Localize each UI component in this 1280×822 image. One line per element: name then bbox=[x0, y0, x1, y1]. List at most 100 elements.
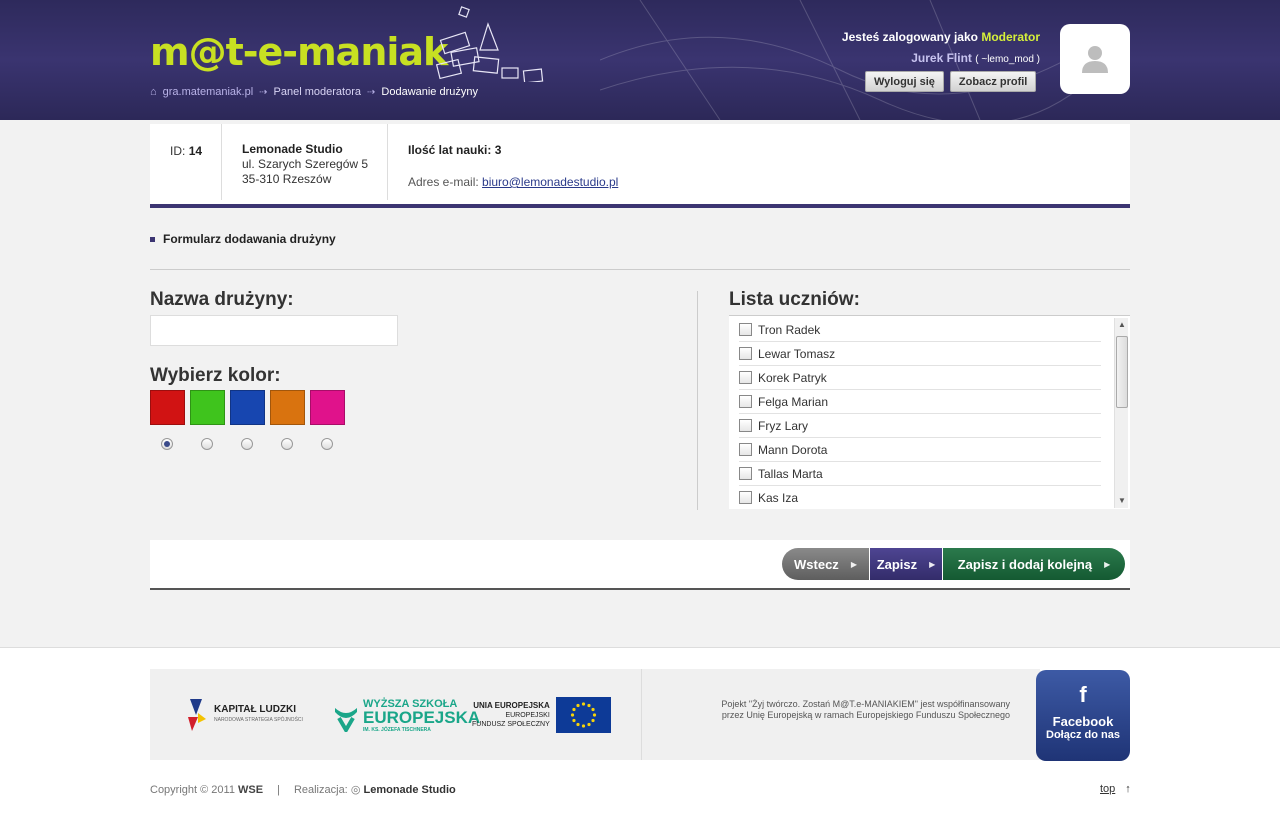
copyright-separator: | bbox=[277, 783, 280, 796]
students-list[interactable]: Kas Iza Tallas Marta Mann Dorota Fryz Lary F… bbox=[729, 315, 1130, 509]
footer-divider bbox=[641, 669, 642, 760]
save-and-add-button[interactable]: Zapisz i dodaj kolejną ▶ bbox=[943, 548, 1125, 580]
color-swatches bbox=[150, 390, 345, 425]
email-label: Adres e-mail: bbox=[408, 175, 479, 189]
user-buttons: Wyloguj się Zobacz profil bbox=[865, 71, 1037, 92]
back-button-label: Wstecz bbox=[794, 556, 839, 572]
user-info: Jesteś zalogowany jako Moderator Jurek F… bbox=[842, 30, 1040, 65]
student-row[interactable]: Tallas Marta bbox=[739, 462, 1101, 486]
view-profile-button[interactable]: Zobacz profil bbox=[949, 71, 1037, 92]
student-row[interactable]: Tron Radek bbox=[739, 318, 1101, 342]
student-checkbox[interactable] bbox=[739, 443, 752, 456]
breadcrumb-home-link[interactable]: gra.matemaniak.pl bbox=[163, 86, 254, 98]
save-button[interactable]: Zapisz ▶ bbox=[870, 548, 942, 580]
user-name: Jurek Flint bbox=[911, 51, 972, 65]
breadcrumb-panel-link[interactable]: Panel moderatora bbox=[274, 86, 361, 98]
section-title: Formularz dodawania drużyny bbox=[150, 232, 336, 246]
facebook-join-button[interactable]: f Facebook Dołącz do nas bbox=[1036, 670, 1130, 761]
copyright: Copyright © 2011 WSE | Realizacja: ◎ Lem… bbox=[150, 783, 456, 797]
arrow-right-icon: ▶ bbox=[850, 559, 857, 569]
student-name: Mann Dorota bbox=[758, 442, 828, 457]
wse-line2: EUROPEJSKA bbox=[363, 708, 481, 727]
wse-emblem-icon bbox=[335, 707, 357, 732]
color-swatch[interactable] bbox=[190, 390, 225, 425]
user-avatar-icon bbox=[1082, 46, 1108, 73]
email-link[interactable]: biuro@lemonadestudio.pl bbox=[482, 175, 618, 189]
student-name: Tron Radek bbox=[758, 322, 821, 337]
scroll-up-icon[interactable]: ▲ bbox=[1115, 318, 1129, 332]
copyright-org[interactable]: WSE bbox=[238, 784, 263, 796]
wse-logo[interactable]: WYŻSZA SZKOŁA EUROPEJSKA IM. KS. JÓZEFA … bbox=[333, 699, 480, 736]
id-label: ID: bbox=[170, 144, 186, 158]
funding-note-line1: Pojekt "Żyj twórczo. Zostań M@T.e-MANIAK… bbox=[721, 699, 1010, 709]
home-icon[interactable]: ⌂ bbox=[150, 86, 157, 98]
student-checkbox[interactable] bbox=[739, 347, 752, 360]
team-name-label: Nazwa drużyny: bbox=[150, 289, 294, 310]
facebook-icon: f bbox=[1079, 682, 1087, 707]
kapital-ludzki-logo[interactable]: KAPITAŁ LUDZKI NARODOWA STRATEGIA SPÓJNO… bbox=[186, 697, 303, 733]
students-label: Lista uczniów: bbox=[729, 289, 860, 310]
funding-note-line2: przez Unię Europejską w ramach Europejsk… bbox=[721, 710, 1010, 720]
color-swatch[interactable] bbox=[270, 390, 305, 425]
site-logo[interactable]: m@t-e-maniak bbox=[150, 30, 448, 74]
company-name: Lemonade Studio bbox=[242, 142, 343, 156]
color-swatch[interactable] bbox=[150, 390, 185, 425]
eu-line2: FUNDUSZ SPOŁECZNY bbox=[472, 721, 550, 728]
scroll-down-icon[interactable]: ▼ bbox=[1115, 494, 1129, 508]
divider bbox=[150, 269, 1130, 270]
copyright-text: Copyright © 2011 WSE bbox=[150, 784, 263, 796]
students-scrollbar[interactable]: ▲ ▼ bbox=[1114, 318, 1128, 508]
back-button[interactable]: Wstecz ▶ bbox=[782, 548, 869, 580]
student-row[interactable]: Mann Dorota bbox=[739, 438, 1101, 462]
logout-button[interactable]: Wyloguj się bbox=[865, 71, 944, 92]
student-checkbox[interactable] bbox=[739, 371, 752, 384]
student-row[interactable]: Felga Marian bbox=[739, 390, 1101, 414]
arrow-up-icon[interactable]: ↑ bbox=[1125, 783, 1131, 795]
color-radio[interactable] bbox=[241, 438, 253, 450]
student-checkbox[interactable] bbox=[739, 419, 752, 432]
action-bar: Wstecz ▶ Zapisz ▶ Zapisz i dodaj kolejną… bbox=[150, 540, 1130, 590]
eu-line1: EUROPEJSKI bbox=[505, 712, 550, 719]
color-radio[interactable] bbox=[161, 438, 173, 450]
info-extra: Ilość lat nauki: 3 Adres e-mail: biuro@l… bbox=[388, 124, 788, 200]
kapital-ludzki-text: KAPITAŁ LUDZKI NARODOWA STRATEGIA SPÓJNO… bbox=[214, 704, 303, 726]
facebook-title: Facebook bbox=[1052, 714, 1114, 729]
color-swatch[interactable] bbox=[230, 390, 265, 425]
student-checkbox[interactable] bbox=[739, 467, 752, 480]
student-row[interactable]: Kas Iza bbox=[739, 486, 1101, 509]
wse-text: WYŻSZA SZKOŁA EUROPEJSKA IM. KS. JÓZEFA … bbox=[363, 699, 480, 736]
breadcrumb-separator-icon: ⇢ bbox=[367, 86, 376, 98]
kl-title: KAPITAŁ LUDZKI bbox=[214, 704, 297, 715]
vertical-divider bbox=[697, 291, 698, 510]
student-checkbox[interactable] bbox=[739, 395, 752, 408]
arrow-right-icon: ▶ bbox=[929, 559, 936, 569]
student-row[interactable]: Korek Patryk bbox=[739, 366, 1101, 390]
eu-logo[interactable]: UNIA EUROPEJSKA EUROPEJSKI FUNDUSZ SPOŁE… bbox=[472, 697, 611, 733]
breadcrumb: ⌂ gra.matemaniak.pl ⇢ Panel moderatora ⇢… bbox=[150, 86, 478, 98]
scroll-thumb[interactable] bbox=[1116, 336, 1128, 408]
student-row[interactable]: Fryz Lary bbox=[739, 414, 1101, 438]
header: m@t-e-maniak ⌂ gra.matemaniak.pl ⇢ Panel… bbox=[0, 0, 1280, 120]
student-row[interactable]: Lewar Tomasz bbox=[739, 342, 1101, 366]
logged-as-line: Jesteś zalogowany jako Moderator bbox=[842, 30, 1040, 44]
years-of-study: Ilość lat nauki: 3 bbox=[408, 143, 502, 157]
color-swatch[interactable] bbox=[310, 390, 345, 425]
funding-note: Pojekt "Żyj twórczo. Zostań M@T.e-MANIAK… bbox=[650, 699, 1010, 721]
realization-name[interactable]: Lemonade Studio bbox=[363, 784, 455, 796]
realization-label: Realizacja: bbox=[293, 784, 348, 796]
color-radio[interactable] bbox=[281, 438, 293, 450]
color-radio[interactable] bbox=[321, 438, 333, 450]
copyright-prefix: Copyright © 2011 bbox=[150, 783, 235, 796]
user-role: Moderator bbox=[981, 30, 1040, 44]
avatar[interactable] bbox=[1060, 24, 1130, 94]
breadcrumb-separator-icon: ⇢ bbox=[259, 86, 268, 98]
student-checkbox[interactable] bbox=[739, 491, 752, 504]
eu-text: UNIA EUROPEJSKA EUROPEJSKI FUNDUSZ SPOŁE… bbox=[472, 701, 550, 729]
realization: Realizacja: ◎ Lemonade Studio bbox=[294, 783, 456, 796]
top-link[interactable]: top bbox=[1100, 783, 1115, 795]
save-and-add-button-label: Zapisz i dodaj kolejną bbox=[957, 556, 1093, 572]
team-name-input[interactable] bbox=[150, 315, 398, 346]
student-checkbox[interactable] bbox=[739, 323, 752, 336]
color-radio[interactable] bbox=[201, 438, 213, 450]
email-line: Adres e-mail: biuro@lemonadestudio.pl bbox=[408, 175, 788, 189]
